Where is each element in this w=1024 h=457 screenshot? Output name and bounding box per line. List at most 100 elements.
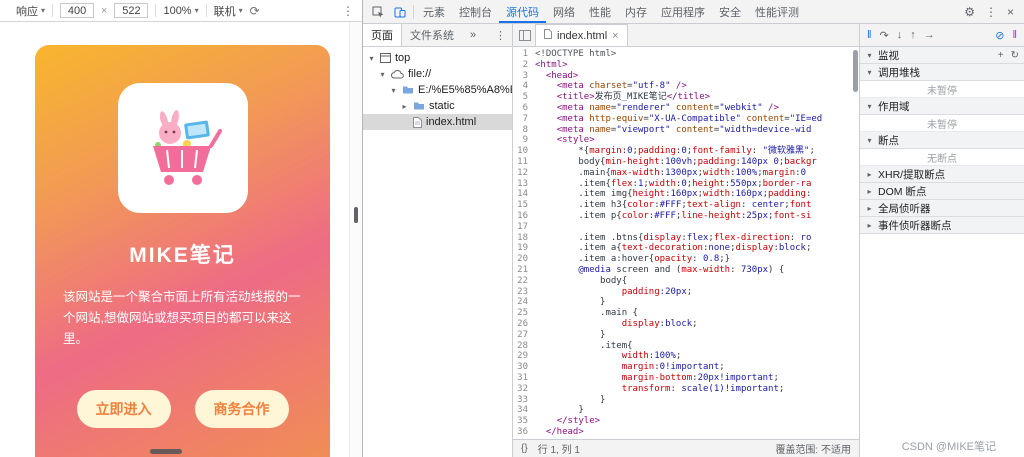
- section-xhr-breakpoints[interactable]: ▸ XHR/提取断点: [860, 166, 1024, 183]
- tab-application[interactable]: 应用程序: [654, 0, 712, 23]
- tab-console[interactable]: 控制台: [452, 0, 499, 23]
- step-icon[interactable]: →: [924, 29, 935, 41]
- line-number[interactable]: 35: [513, 416, 535, 427]
- line-number[interactable]: 25: [513, 308, 535, 319]
- section-dom-breakpoints[interactable]: ▸ DOM 断点: [860, 183, 1024, 200]
- line-number[interactable]: 32: [513, 384, 535, 395]
- line-number[interactable]: 26: [513, 319, 535, 330]
- line-number[interactable]: 16: [513, 211, 535, 222]
- line-number[interactable]: 4: [513, 81, 535, 92]
- section-watch[interactable]: ▾ 监视 + ↻: [860, 47, 1024, 64]
- device-toolbar-menu-icon[interactable]: ⋮: [342, 4, 354, 18]
- line-number[interactable]: 34: [513, 405, 535, 416]
- line-number[interactable]: 12: [513, 168, 535, 179]
- line-number[interactable]: 1: [513, 49, 535, 60]
- line-number[interactable]: 30: [513, 362, 535, 373]
- width-input[interactable]: [60, 3, 95, 18]
- line-number[interactable]: 33: [513, 395, 535, 406]
- navigator-tab-page[interactable]: 页面: [363, 24, 402, 46]
- tab-lighthouse[interactable]: 性能评测: [748, 0, 806, 23]
- zoom-select[interactable]: 100% ▾: [163, 5, 198, 17]
- line-number[interactable]: 10: [513, 146, 535, 157]
- line-number[interactable]: 18: [513, 233, 535, 244]
- line-number[interactable]: 11: [513, 157, 535, 168]
- section-event-listener-breakpoints[interactable]: ▸ 事件侦听器断点: [860, 217, 1024, 234]
- line-number[interactable]: 3: [513, 71, 535, 82]
- code-editor[interactable]: 1 <!DOCTYPE html> 2 <html> 3 <head> 4 <meta c…: [513, 47, 859, 439]
- editor-scrollbar[interactable]: [852, 48, 859, 438]
- tab-performance[interactable]: 性能: [582, 0, 618, 23]
- format-code-button[interactable]: {}: [521, 443, 528, 454]
- tree-collapse-icon[interactable]: ▾: [389, 86, 398, 95]
- tree-item-file-index[interactable]: index.html: [363, 114, 512, 130]
- line-number[interactable]: 29: [513, 351, 535, 362]
- devtools-menu-icon[interactable]: ⋮: [985, 5, 997, 19]
- line-number[interactable]: 22: [513, 276, 535, 287]
- tab-security[interactable]: 安全: [712, 0, 748, 23]
- navigator-tab-filesystem[interactable]: 文件系统: [402, 24, 462, 46]
- tab-sources[interactable]: 源代码: [499, 0, 546, 23]
- line-number[interactable]: 28: [513, 341, 535, 352]
- line-number[interactable]: 21: [513, 265, 535, 276]
- tree-item-folder-e[interactable]: ▾ E:/%E5%85%A8%E6%9: [363, 82, 512, 98]
- device-mode-select[interactable]: 响应 ▾: [16, 3, 45, 19]
- viewport-scrollbar[interactable]: [349, 22, 362, 457]
- line-number[interactable]: 23: [513, 287, 535, 298]
- line-number[interactable]: 14: [513, 189, 535, 200]
- section-scope[interactable]: ▾ 作用域: [860, 98, 1024, 115]
- tree-expand-icon[interactable]: ▸: [400, 102, 409, 111]
- tree-item-label: E:/%E5%85%A8%E6%9: [418, 84, 512, 96]
- line-number[interactable]: 15: [513, 200, 535, 211]
- section-call-stack[interactable]: ▾ 调用堆栈: [860, 64, 1024, 81]
- line-number[interactable]: 24: [513, 297, 535, 308]
- height-input[interactable]: [114, 3, 149, 18]
- step-into-icon[interactable]: ↓: [897, 29, 903, 41]
- line-number[interactable]: 2: [513, 60, 535, 71]
- step-out-icon[interactable]: ↑: [910, 29, 916, 41]
- line-number[interactable]: 13: [513, 179, 535, 190]
- line-number[interactable]: 19: [513, 243, 535, 254]
- refresh-watch-icon[interactable]: ↻: [1011, 50, 1019, 61]
- throttle-select[interactable]: 联机 ▾: [214, 3, 243, 19]
- tree-item-file-protocol[interactable]: ▾ file://: [363, 66, 512, 82]
- navigator-menu-icon[interactable]: ⋮: [495, 29, 512, 42]
- business-button[interactable]: 商务合作: [194, 390, 289, 428]
- line-number[interactable]: 27: [513, 330, 535, 341]
- tree-item-top[interactable]: ▾ top: [363, 50, 512, 66]
- line-number[interactable]: 5: [513, 92, 535, 103]
- settings-gear-icon[interactable]: ⚙: [964, 5, 975, 19]
- navigator-tab-overflow[interactable]: »: [462, 24, 484, 46]
- tree-collapse-icon[interactable]: ▾: [378, 70, 387, 79]
- tab-elements[interactable]: 元素: [416, 0, 452, 23]
- line-number[interactable]: 31: [513, 373, 535, 384]
- pause-on-exceptions-icon[interactable]: ‖: [1012, 29, 1017, 41]
- close-devtools-icon[interactable]: ×: [1007, 5, 1014, 19]
- line-number[interactable]: 36: [513, 427, 535, 438]
- tab-memory[interactable]: 内存: [618, 0, 654, 23]
- editor-tab-index-html[interactable]: index.html ×: [535, 24, 628, 46]
- tree-collapse-icon[interactable]: ▾: [367, 54, 376, 63]
- enter-button[interactable]: 立即进入: [76, 390, 171, 428]
- toggle-navigator-icon[interactable]: [519, 29, 531, 41]
- tab-network[interactable]: 网络: [546, 0, 582, 23]
- scrollbar-thumb[interactable]: [853, 50, 858, 92]
- inspect-icon[interactable]: [367, 6, 389, 18]
- line-number[interactable]: 6: [513, 103, 535, 114]
- line-number[interactable]: 17: [513, 222, 535, 233]
- section-call-stack-content: 未暂停: [860, 81, 1024, 98]
- scrollbar-thumb[interactable]: [354, 207, 358, 223]
- rotate-icon[interactable]: ⟳: [250, 4, 260, 18]
- deactivate-breakpoints-icon[interactable]: ⊘: [995, 29, 1004, 42]
- line-number[interactable]: 20: [513, 254, 535, 265]
- step-over-icon[interactable]: ↷: [880, 29, 889, 42]
- section-global-listeners[interactable]: ▸ 全局侦听器: [860, 200, 1024, 217]
- add-watch-icon[interactable]: +: [998, 50, 1004, 61]
- section-breakpoints[interactable]: ▾ 断点: [860, 132, 1024, 149]
- line-number[interactable]: 7: [513, 114, 535, 125]
- close-tab-icon[interactable]: ×: [612, 30, 618, 42]
- line-number[interactable]: 8: [513, 125, 535, 136]
- device-toolbar-icon[interactable]: [389, 6, 411, 18]
- line-number[interactable]: 9: [513, 135, 535, 146]
- tree-item-folder-static[interactable]: ▸ static: [363, 98, 512, 114]
- pause-resume-icon[interactable]: ‖: [867, 29, 872, 41]
